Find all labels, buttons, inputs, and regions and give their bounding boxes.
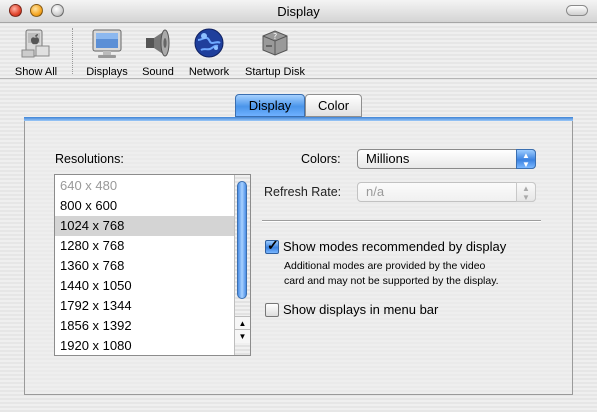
toolbar: Show All Displays Sound Network ? Startu… bbox=[0, 22, 597, 78]
toolbar-separator bbox=[72, 28, 73, 74]
tab-display[interactable]: Display bbox=[235, 94, 305, 117]
refresh-rate-value: n/a bbox=[366, 184, 385, 199]
display-preferences-window: Display Show All Displays Sound Network … bbox=[0, 0, 597, 412]
sound-button[interactable]: Sound bbox=[138, 26, 178, 78]
globe-icon bbox=[194, 28, 224, 58]
scroll-down-arrow-icon[interactable]: ▼ bbox=[235, 329, 250, 343]
startup-disk-button[interactable]: ? Startup Disk bbox=[238, 26, 312, 78]
displays-label: Displays bbox=[86, 66, 128, 78]
resolutions-scrollbar[interactable]: ▲ ▼ bbox=[234, 175, 250, 355]
resolutions-label: Resolutions: bbox=[55, 152, 124, 166]
show-recommended-checkbox[interactable]: ✓ bbox=[265, 237, 279, 254]
list-item[interactable]: 640 x 480 bbox=[55, 176, 235, 196]
list-item[interactable]: 1920 x 1080 bbox=[55, 336, 235, 355]
list-item[interactable]: 1856 x 1392 bbox=[55, 316, 235, 336]
checkmark-icon: ✓ bbox=[267, 237, 279, 253]
panel-top-accent bbox=[24, 117, 573, 121]
refresh-rate-popup[interactable]: n/a ▲ ▼ bbox=[357, 182, 536, 202]
note-line-2: card and may not be supported by the dis… bbox=[284, 275, 499, 287]
list-item[interactable]: 1440 x 1050 bbox=[55, 276, 235, 296]
popup-arrows-icon: ▲ ▼ bbox=[516, 182, 536, 202]
section-divider bbox=[262, 220, 541, 222]
network-label: Network bbox=[188, 66, 230, 78]
popup-arrows-icon: ▲ ▼ bbox=[516, 149, 536, 169]
note-line-1: Additional modes are provided by the vid… bbox=[284, 260, 486, 272]
colors-value: Millions bbox=[366, 151, 410, 166]
hard-disk-icon: ? bbox=[262, 30, 288, 56]
show-in-menu-bar-label[interactable]: Show displays in menu bar bbox=[283, 302, 438, 317]
show-recommended-label[interactable]: Show modes recommended by display bbox=[283, 239, 506, 254]
resolutions-list[interactable]: 640 x 480 800 x 600 1024 x 768 1280 x 76… bbox=[54, 174, 251, 356]
toolbar-toggle-button[interactable] bbox=[566, 5, 588, 16]
list-item[interactable]: 1792 x 1344 bbox=[55, 296, 235, 316]
startup-disk-label: Startup Disk bbox=[245, 66, 305, 78]
apple-icon bbox=[21, 29, 50, 58]
scroll-up-arrow-icon[interactable]: ▲ bbox=[235, 316, 250, 330]
display-monitor-icon bbox=[92, 29, 122, 58]
displays-button[interactable]: Displays bbox=[82, 26, 132, 78]
speaker-icon bbox=[146, 29, 170, 57]
recommended-modes-note: Additional modes are provided by the vid… bbox=[284, 259, 544, 289]
colors-label: Colors: bbox=[301, 152, 341, 166]
list-item[interactable]: 800 x 600 bbox=[55, 196, 235, 216]
title-bar[interactable]: Display bbox=[0, 0, 597, 23]
sound-label: Sound bbox=[142, 66, 174, 78]
toolbar-divider bbox=[0, 78, 597, 79]
window-title: Display bbox=[277, 4, 320, 19]
show-in-menu-bar-checkbox[interactable] bbox=[265, 303, 279, 317]
network-button[interactable]: Network bbox=[184, 26, 234, 78]
list-item-selected[interactable]: 1024 x 768 bbox=[55, 216, 235, 236]
scrollbar-thumb[interactable] bbox=[237, 181, 247, 299]
refresh-rate-label: Refresh Rate: bbox=[264, 185, 342, 199]
svg-text:?: ? bbox=[273, 32, 277, 41]
colors-popup[interactable]: Millions ▲ ▼ bbox=[357, 149, 536, 169]
show-all-button[interactable]: Show All bbox=[8, 26, 64, 78]
tab-color[interactable]: Color bbox=[305, 94, 362, 117]
show-all-label: Show All bbox=[14, 66, 58, 78]
list-item[interactable]: 1360 x 768 bbox=[55, 256, 235, 276]
list-item[interactable]: 1280 x 768 bbox=[55, 236, 235, 256]
